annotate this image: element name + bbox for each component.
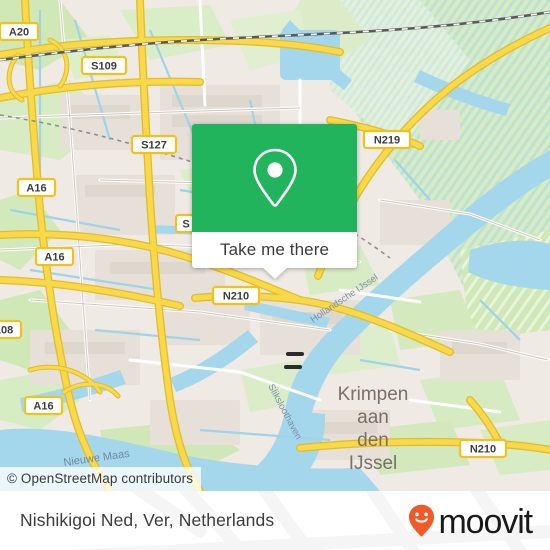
callout-pointer	[262, 268, 287, 279]
svg-text:S127: S127	[141, 140, 167, 152]
moovit-map-card: Hollandsche IJssel Sliksloothaven Nieuwe…	[0, 0, 550, 550]
svg-text:S: S	[182, 219, 189, 231]
road-shield-s109: S109	[80, 55, 128, 76]
place-title: Nishikigoi Ned, Ver, Netherlands	[20, 510, 275, 530]
callout-action[interactable]: Take me there	[192, 232, 357, 279]
svg-text:N210: N210	[470, 444, 496, 456]
road-shield-a20: A20	[0, 21, 40, 42]
krimpen-line-3: den	[357, 430, 389, 451]
take-me-there-label: Take me there	[219, 240, 330, 259]
svg-text:A16: A16	[26, 183, 46, 195]
callout-icon-area	[192, 124, 357, 232]
road-shield-a16-1: A16	[16, 177, 57, 198]
map-pin-icon	[252, 148, 297, 207]
road-shield-a16-2: A16	[34, 246, 75, 267]
road-shield-n210-2: N210	[458, 438, 508, 459]
destination-callout[interactable]: Take me there	[192, 124, 357, 279]
road-shield-a16-3: A16	[23, 395, 64, 416]
svg-text:N210: N210	[223, 291, 249, 303]
moovit-pin-smile-icon	[409, 504, 435, 537]
svg-text:108: 108	[0, 325, 13, 337]
road-shield-108: 108	[0, 319, 23, 340]
moovit-wordmark: moovit	[438, 502, 533, 541]
map-attribution[interactable]: © OpenStreetMap contributors	[0, 467, 202, 491]
krimpen-line-2: aan	[357, 407, 389, 428]
svg-text:A16: A16	[44, 252, 64, 264]
road-shield-n219: N219	[362, 129, 412, 150]
svg-text:N219: N219	[374, 135, 400, 147]
road-shield-s127: S127	[130, 134, 178, 155]
svg-text:A20: A20	[9, 27, 29, 39]
svg-text:S109: S109	[91, 61, 117, 73]
road-shield-n210-1: N210	[211, 285, 261, 306]
krimpen-line-1: Krimpen	[338, 384, 409, 405]
moovit-logo[interactable]: moovit	[408, 502, 533, 541]
footer-bar: Nishikigoi Ned, Ver, Netherlands moovit	[0, 491, 550, 550]
krimpen-line-4: IJssel	[349, 453, 398, 474]
svg-text:A16: A16	[33, 401, 53, 413]
